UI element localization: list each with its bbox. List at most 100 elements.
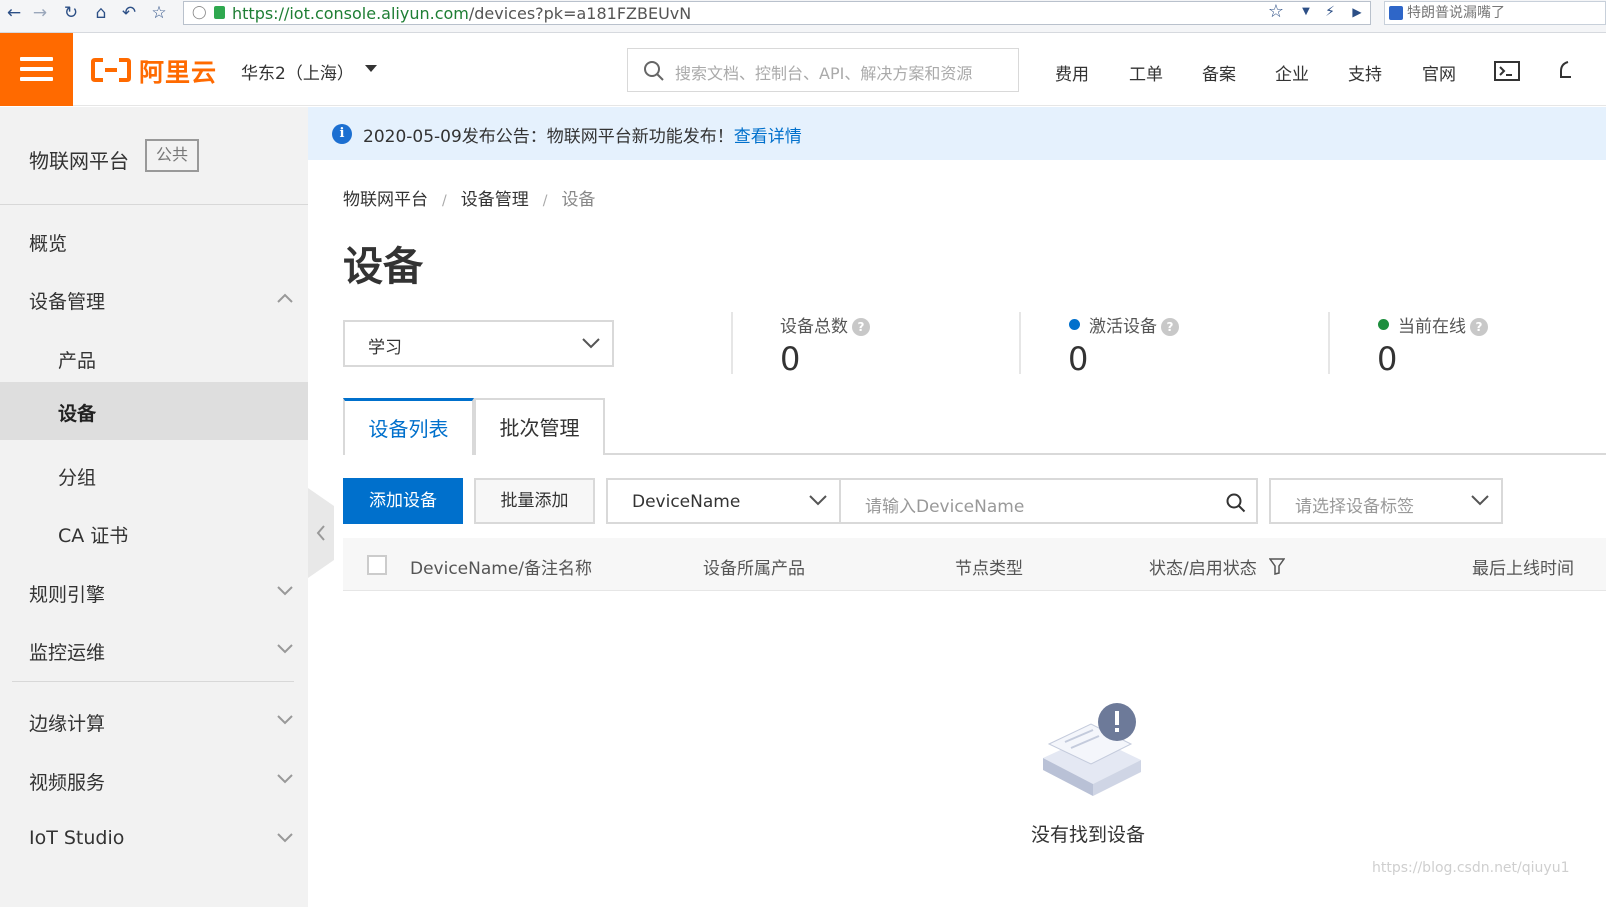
- terminal-icon[interactable]: [1494, 61, 1520, 81]
- nav-support[interactable]: 支持: [1348, 60, 1382, 85]
- nav-icp-filing[interactable]: 备案: [1202, 60, 1236, 85]
- sidebar-collapse-toggle[interactable]: [308, 488, 334, 578]
- forward-icon[interactable]: →: [29, 2, 51, 24]
- device-name-search-input[interactable]: 请输入DeviceName: [839, 478, 1258, 524]
- star-bookmark-icon[interactable]: ☆: [148, 2, 170, 24]
- column-device-name: DeviceName/备注名称: [410, 559, 593, 579]
- nav-official-site[interactable]: 官网: [1422, 60, 1456, 85]
- sidebar: 物联网平台 公共 概览 设备管理 产品 设备 分组 CA 证书 规则引擎 监控运…: [0, 107, 308, 907]
- status-dot: [1378, 319, 1389, 330]
- lock-icon: [214, 6, 225, 19]
- announcement-banner: i 2020-05-09发布公告：物联网平台新功能发布！查看详情: [308, 107, 1606, 160]
- chevron-down-icon: [277, 644, 293, 654]
- sidebar-item-devices[interactable]: 设备: [0, 382, 308, 440]
- top-navigation: 阿里云 华东2（上海） 搜索文档、控制台、API、解决方案和资源 费用 工单 备…: [0, 33, 1606, 106]
- chevron-down-icon: [1471, 495, 1489, 506]
- sidebar-item-ca-certificate[interactable]: CA 证书: [0, 504, 308, 562]
- search-placeholder: 搜索文档、控制台、API、解决方案和资源: [675, 64, 973, 83]
- select-all-checkbox[interactable]: [367, 555, 387, 575]
- info-icon: i: [332, 124, 352, 144]
- search-field-select[interactable]: DeviceName: [606, 478, 841, 524]
- chevron-down-icon: [277, 774, 293, 784]
- stat-value: 0: [1377, 340, 1398, 378]
- nav-tickets[interactable]: 工单: [1129, 60, 1163, 85]
- help-icon[interactable]: ?: [1470, 318, 1488, 336]
- sidebar-divider: [0, 204, 308, 205]
- breadcrumb-item[interactable]: 设备管理: [461, 190, 529, 210]
- hamburger-menu-button[interactable]: [0, 33, 73, 106]
- breadcrumb-current: 设备: [561, 190, 596, 210]
- batch-add-button[interactable]: 批量添加: [474, 478, 595, 524]
- stat-activated-devices: 激活设备? 0: [1019, 312, 1299, 378]
- home-icon[interactable]: ⌂: [90, 2, 112, 24]
- page-title: 设备: [343, 244, 423, 290]
- sidebar-item-overview[interactable]: 概览: [0, 212, 308, 270]
- breadcrumb-item[interactable]: 物联网平台: [343, 190, 428, 210]
- address-bar[interactable]: ◯ https://iot.console.aliyun.com/devices…: [183, 1, 1371, 25]
- refresh-icon[interactable]: ↻: [60, 2, 82, 24]
- chevron-up-icon: [277, 293, 293, 303]
- back-icon[interactable]: ←: [3, 2, 25, 24]
- chevron-down-icon: [277, 586, 293, 596]
- device-tag-select[interactable]: 请选择设备标签: [1269, 478, 1503, 524]
- add-device-button[interactable]: 添加设备: [343, 478, 463, 524]
- dropdown-icon[interactable]: ▼: [1296, 2, 1316, 22]
- tab-device-list[interactable]: 设备列表: [343, 398, 474, 455]
- watermark: https://blog.csdn.net/qiuyu1: [1372, 860, 1570, 876]
- column-status: 状态/启用状态: [1149, 559, 1257, 579]
- column-product: 设备所属产品: [703, 559, 805, 579]
- star-icon[interactable]: ☆: [1266, 2, 1286, 22]
- shield-icon: ◯: [192, 5, 207, 20]
- undo-icon[interactable]: ↶: [118, 2, 140, 24]
- sidebar-item-groups[interactable]: 分组: [0, 446, 308, 504]
- sidebar-item-device-management[interactable]: 设备管理: [0, 270, 308, 328]
- stat-value: 0: [1068, 340, 1089, 378]
- sidebar-item-monitoring[interactable]: 监控运维: [0, 621, 308, 679]
- help-icon[interactable]: ?: [1161, 318, 1179, 336]
- sidebar-badge: 公共: [145, 139, 199, 172]
- news-widget[interactable]: 特朗普说漏嘴了: [1384, 1, 1606, 25]
- announcement-details-link[interactable]: 查看详情: [734, 127, 802, 147]
- column-node-type: 节点类型: [955, 559, 1023, 579]
- logo-text: 阿里云: [139, 58, 218, 87]
- chevron-down-icon: [582, 338, 600, 349]
- sidebar-item-iot-studio[interactable]: IoT Studio: [0, 810, 308, 868]
- sidebar-item-video-service[interactable]: 视频服务: [0, 751, 308, 809]
- play-icon[interactable]: ▶: [1347, 2, 1367, 22]
- bell-icon[interactable]: [1558, 59, 1572, 83]
- sidebar-title: 物联网平台: [29, 149, 129, 173]
- stat-online-devices: 当前在线? 0: [1328, 312, 1606, 378]
- nav-fees[interactable]: 费用: [1055, 60, 1089, 85]
- breadcrumb: 物联网平台 / 设备管理 / 设备: [343, 190, 596, 210]
- sidebar-item-rule-engine[interactable]: 规则引擎: [0, 563, 308, 621]
- news-favicon-icon: [1389, 6, 1403, 20]
- sidebar-divider: [12, 681, 294, 682]
- nav-enterprise[interactable]: 企业: [1275, 60, 1309, 85]
- global-search-input[interactable]: 搜索文档、控制台、API、解决方案和资源: [627, 48, 1019, 92]
- aliyun-logo-icon: [91, 58, 131, 82]
- device-table-header: DeviceName/备注名称 设备所属产品 节点类型 状态/启用状态 最后上线…: [343, 538, 1606, 591]
- product-select[interactable]: 学习: [343, 320, 614, 367]
- url-text: https://iot.console.aliyun.com/devices?p…: [232, 4, 692, 23]
- announcement-text: 2020-05-09发布公告：物联网平台新功能发布！: [363, 127, 734, 147]
- lightning-icon[interactable]: ⚡: [1320, 2, 1340, 22]
- chevron-down-icon: [809, 495, 827, 506]
- tab-batch-management[interactable]: 批次管理: [474, 398, 605, 455]
- column-last-online: 最后上线时间: [1472, 559, 1574, 579]
- search-icon[interactable]: [1226, 493, 1246, 513]
- chevron-down-icon: [277, 715, 293, 725]
- chevron-down-icon: [277, 833, 293, 843]
- stat-value: 0: [780, 340, 801, 378]
- empty-box-illustration: [1043, 703, 1141, 796]
- caret-down-icon[interactable]: [365, 65, 377, 72]
- browser-toolbar: ← → ↻ ⌂ ↶ ☆ ◯ https://iot.console.aliyun…: [0, 0, 1606, 33]
- filter-icon[interactable]: [1269, 558, 1285, 575]
- search-icon: [644, 61, 664, 81]
- empty-state-text: 没有找到设备: [1031, 824, 1146, 846]
- sidebar-item-edge-computing[interactable]: 边缘计算: [0, 692, 308, 750]
- region-selector[interactable]: 华东2（上海）: [241, 59, 354, 84]
- sidebar-item-products[interactable]: 产品: [0, 329, 308, 387]
- help-icon[interactable]: ?: [852, 318, 870, 336]
- status-dot: [1069, 319, 1080, 330]
- stat-total-devices: 设备总数? 0: [731, 312, 991, 378]
